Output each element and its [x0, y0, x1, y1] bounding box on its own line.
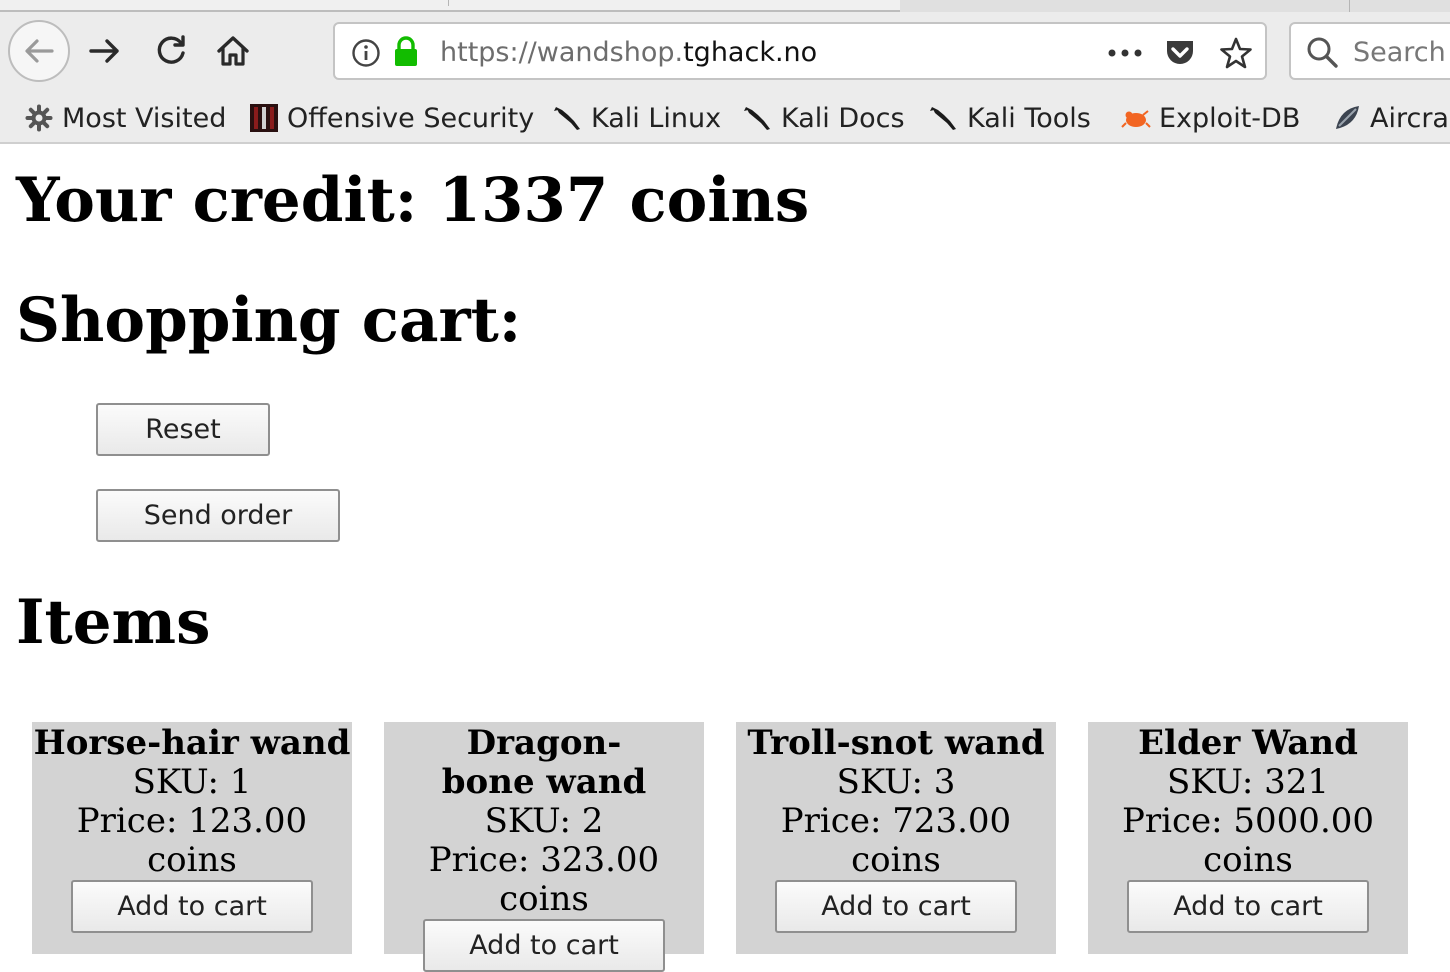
- tab-right-edge: [1349, 0, 1350, 12]
- item-name: Dragon-bone wand: [441, 723, 647, 802]
- url-subdomain: wandshop.: [536, 37, 684, 68]
- items-heading: Items: [16, 587, 211, 658]
- add-to-cart-button[interactable]: Add to cart: [423, 919, 665, 972]
- url-scheme: https://: [440, 37, 537, 68]
- item-card-horse-hair-wand: Horse-hair wand SKU: 1 Price: 123.00 coi…: [32, 722, 352, 954]
- item-name: Horse-hair wand: [33, 723, 351, 763]
- item-sku: SKU: 321: [1166, 762, 1330, 802]
- item-price: Price: 123.00 coins: [76, 801, 308, 880]
- exploit-db-icon: [1121, 103, 1151, 133]
- bookmark-kali-linux[interactable]: Kali Linux: [553, 98, 721, 138]
- gear-icon: [24, 103, 54, 133]
- item-card-elder-wand: Elder Wand SKU: 321 Price: 5000.00 coins…: [1088, 722, 1408, 954]
- url-domain: tghack.no: [683, 37, 818, 68]
- bookmark-label: Kali Docs: [781, 102, 905, 134]
- forward-button[interactable]: [82, 28, 128, 74]
- back-arrow-icon: [25, 39, 54, 63]
- item-sku: SKU: 1: [132, 762, 252, 802]
- tab-strip: [0, 0, 1450, 12]
- bookmark-kali-docs[interactable]: Kali Docs: [743, 98, 905, 138]
- search-placeholder: Search: [1353, 37, 1446, 68]
- home-button[interactable]: [210, 28, 256, 74]
- item-price: Price: 723.00 coins: [780, 801, 1012, 880]
- item-sku: SKU: 2: [484, 801, 604, 841]
- item-name: Troll-snot wand: [747, 723, 1045, 763]
- bookmark-offensive-security[interactable]: Offensive Security: [249, 98, 534, 138]
- item-price: Price: 5000.00 coins: [1121, 801, 1375, 880]
- bookmark-aircrack[interactable]: Aircra: [1332, 98, 1449, 138]
- item-sku: SKU: 3: [836, 762, 956, 802]
- search-icon: [1305, 35, 1339, 69]
- bookmarks-toolbar: Most Visited Offensive Security Kali Lin…: [0, 94, 1450, 144]
- offensive-security-icon: [249, 103, 279, 133]
- shopping-cart-heading: Shopping cart:: [16, 285, 522, 356]
- url-text[interactable]: https://wandshop.tghack.no: [440, 36, 817, 70]
- bookmark-label: Offensive Security: [287, 102, 535, 134]
- bookmark-label: Most Visited: [62, 102, 227, 134]
- bookmark-label: Aircra: [1370, 102, 1449, 134]
- kali-dragon-icon: [929, 103, 959, 133]
- pocket-icon[interactable]: [1162, 36, 1198, 70]
- reload-icon: [157, 35, 185, 64]
- bookmark-label: Kali Tools: [967, 102, 1091, 134]
- send-order-button[interactable]: Send order: [96, 489, 340, 542]
- bookmark-label: Kali Linux: [591, 102, 722, 134]
- add-to-cart-button[interactable]: Add to cart: [1127, 880, 1369, 933]
- item-price: Price: 323.00 coins: [428, 840, 660, 919]
- credit-heading: Your credit: 1337 coins: [16, 165, 810, 236]
- bookmark-exploit-db[interactable]: Exploit-DB: [1121, 98, 1300, 138]
- tab-divider: [448, 0, 449, 6]
- add-to-cart-button[interactable]: Add to cart: [775, 880, 1017, 933]
- url-bar[interactable]: https://wandshop.tghack.no: [333, 22, 1267, 80]
- kali-dragon-icon: [743, 103, 773, 133]
- home-icon: [217, 36, 249, 66]
- back-button[interactable]: [8, 20, 70, 82]
- reload-button[interactable]: [148, 28, 194, 74]
- item-card-troll-snot-wand: Troll-snot wand SKU: 3 Price: 723.00 coi…: [736, 722, 1056, 954]
- bookmark-most-visited[interactable]: Most Visited: [24, 98, 226, 138]
- search-bar[interactable]: Search: [1289, 22, 1450, 80]
- site-info-icon[interactable]: [350, 37, 382, 69]
- item-name: Elder Wand: [1138, 723, 1358, 763]
- kali-dragon-icon: [553, 103, 583, 133]
- aircrack-icon: [1332, 103, 1362, 133]
- add-to-cart-button[interactable]: Add to cart: [71, 880, 313, 933]
- bookmark-kali-tools[interactable]: Kali Tools: [929, 98, 1091, 138]
- bookmark-star-icon[interactable]: [1218, 35, 1254, 71]
- reset-button[interactable]: Reset: [96, 403, 270, 456]
- forward-arrow-icon: [89, 39, 119, 63]
- bookmark-label: Exploit-DB: [1159, 102, 1301, 134]
- browser-chrome: https://wandshop.tghack.no Search Most V…: [0, 0, 1450, 144]
- lock-icon[interactable]: [391, 35, 421, 69]
- item-card-dragon-bone-wand: Dragon-bone wand SKU: 2 Price: 323.00 co…: [384, 722, 704, 972]
- page-actions-icon[interactable]: [1105, 37, 1145, 69]
- tab-active[interactable]: [0, 0, 900, 12]
